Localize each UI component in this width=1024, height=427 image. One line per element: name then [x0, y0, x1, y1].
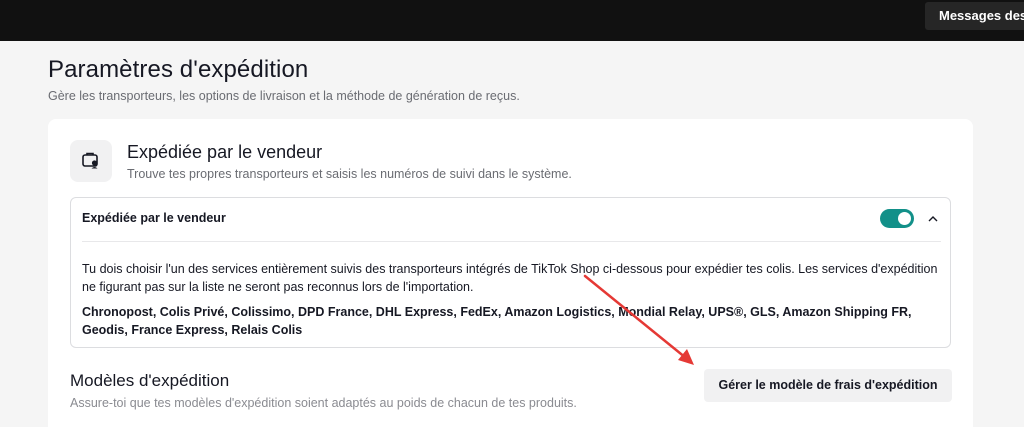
truck-box-icon — [70, 140, 112, 182]
templates-subtitle: Assure-toi que tes modèles d'expédition … — [70, 396, 577, 410]
page-title: Paramètres d'expédition — [48, 56, 309, 83]
seller-shipping-panel: Expédiée par le vendeur Tu dois choisir … — [70, 197, 951, 348]
seller-shipping-subtitle: Trouve tes propres transporteurs et sais… — [127, 167, 572, 181]
manage-shipping-template-button[interactable]: Gérer le modèle de frais d'expédition — [704, 369, 952, 402]
shipping-settings-card: Expédiée par le vendeur Trouve tes propr… — [48, 119, 973, 427]
panel-title: Expédiée par le vendeur — [82, 211, 226, 225]
templates-title: Modèles d'expédition — [70, 371, 230, 390]
chevron-up-icon[interactable] — [924, 210, 942, 228]
top-bar: Messages des — [0, 0, 1024, 41]
seller-shipping-title: Expédiée par le vendeur — [127, 142, 323, 162]
panel-description: Tu dois choisir l'un des services entièr… — [82, 262, 938, 294]
carrier-list: Chronopost, Colis Privé, Colissimo, DPD … — [82, 305, 912, 337]
messages-button[interactable]: Messages des — [925, 2, 1024, 30]
page-subtitle: Gère les transporteurs, les options de l… — [48, 89, 520, 103]
panel-divider — [82, 241, 941, 242]
toggle-knob — [898, 212, 911, 225]
seller-shipping-toggle[interactable] — [880, 209, 914, 228]
